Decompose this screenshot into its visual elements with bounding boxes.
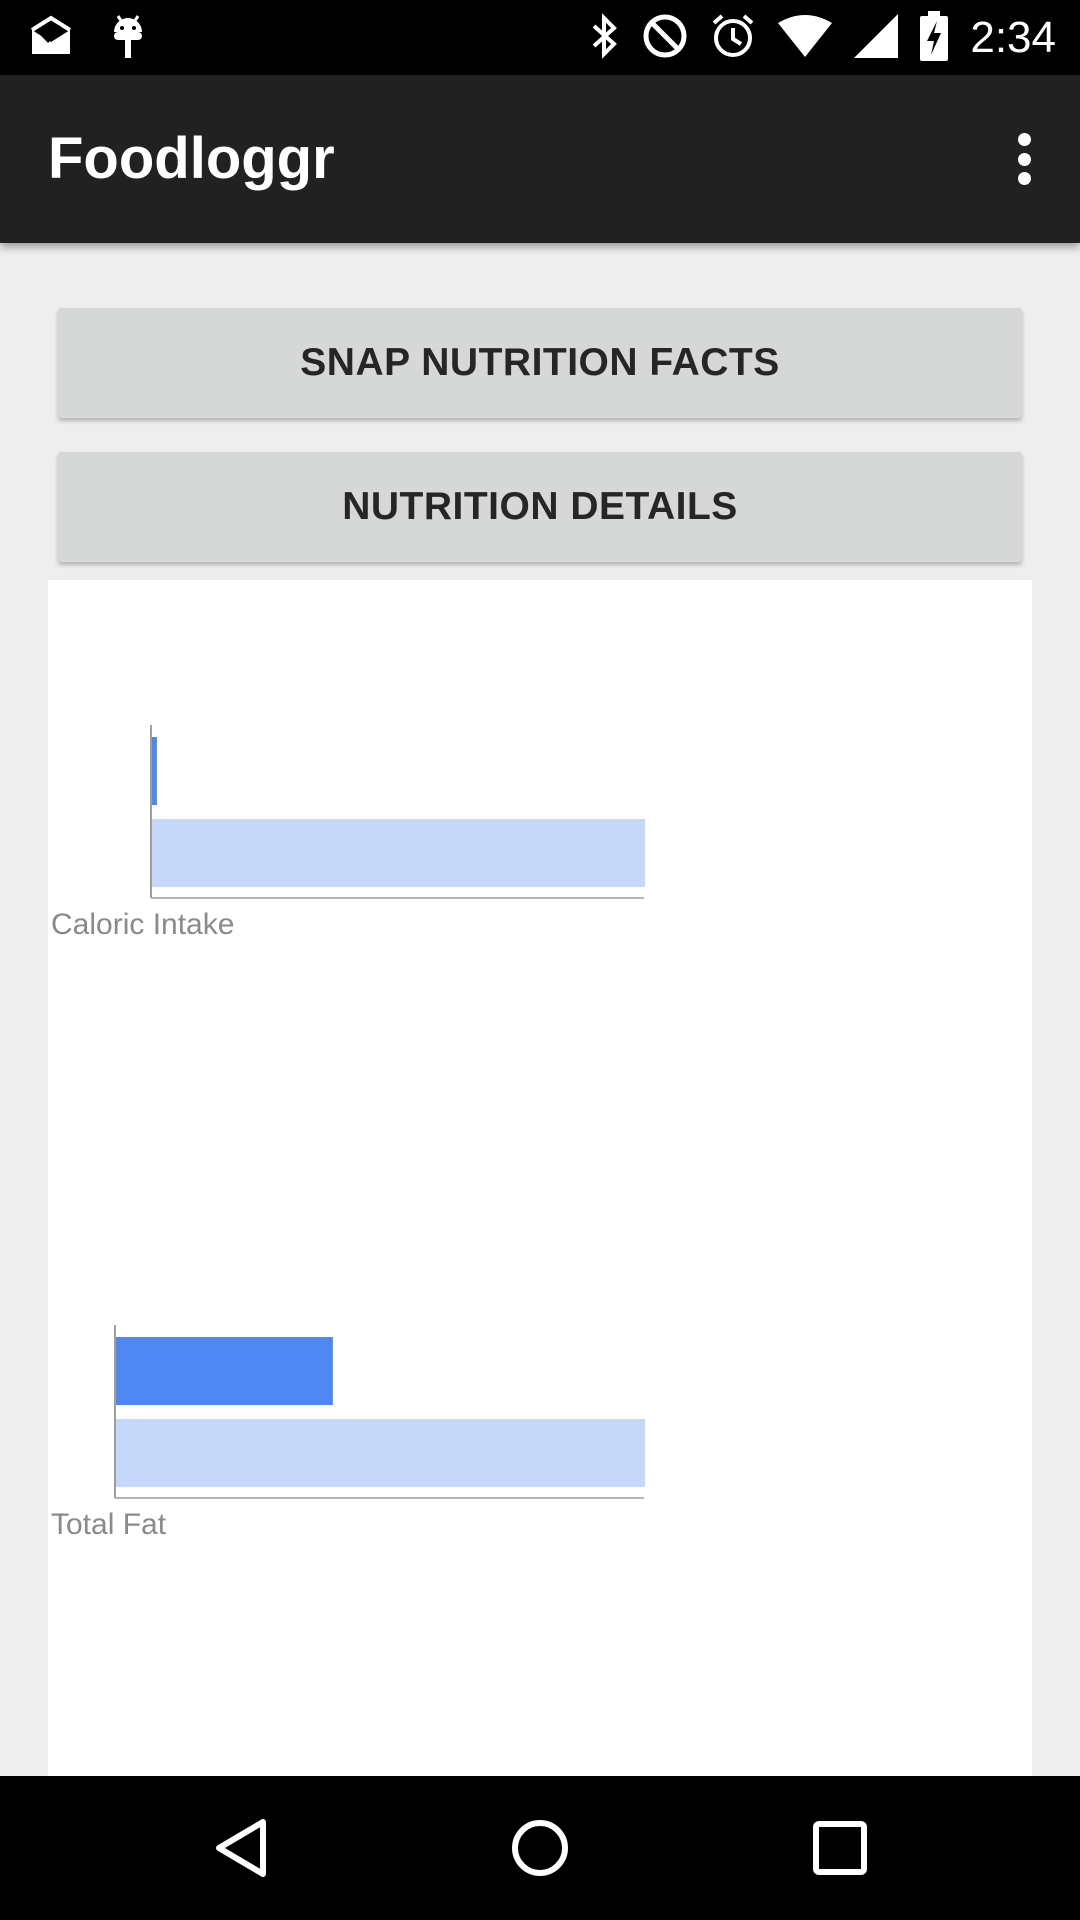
battery-charging-icon [920, 10, 949, 66]
navigation-bar [0, 1776, 1080, 1920]
nutrition-details-button[interactable]: NUTRITION DETAILS [58, 452, 1022, 562]
snap-nutrition-facts-button[interactable]: SNAP NUTRITION FACTS [58, 308, 1022, 418]
status-right-icons: 2:34 [588, 10, 1056, 66]
wifi-icon [778, 14, 833, 62]
app-title: Foodloggr [48, 126, 335, 191]
category-label: Total Fat [51, 1508, 167, 1541]
mail-check-icon [28, 14, 74, 63]
app-bar: Foodloggr [0, 75, 1080, 243]
status-time: 2:34 [970, 13, 1056, 62]
bluetooth-icon [588, 12, 620, 65]
back-icon[interactable] [205, 1812, 277, 1884]
bar-goal [116, 1419, 645, 1487]
bar-consumed [152, 737, 157, 805]
nutrition-chart-panel: Caloric Intake Total Fat [48, 580, 1032, 1776]
home-icon[interactable] [504, 1812, 576, 1884]
bar-goal [152, 819, 645, 887]
status-bar: 2:34 [0, 0, 1080, 75]
nutrition-charts: Caloric Intake Total Fat [51, 725, 645, 1541]
bar-consumed [116, 1337, 333, 1405]
more-vert-icon[interactable] [1004, 127, 1044, 191]
chart-caloric-intake: Caloric Intake [51, 725, 645, 941]
category-label: Caloric Intake [51, 908, 234, 941]
cellular-signal-icon [854, 13, 899, 63]
alarm-icon [710, 13, 756, 64]
recents-icon[interactable] [804, 1812, 876, 1884]
android-debug-icon [110, 12, 146, 65]
status-left-icons [28, 12, 146, 65]
do-not-disturb-icon [642, 13, 688, 64]
chart-total-fat: Total Fat [51, 1325, 645, 1541]
